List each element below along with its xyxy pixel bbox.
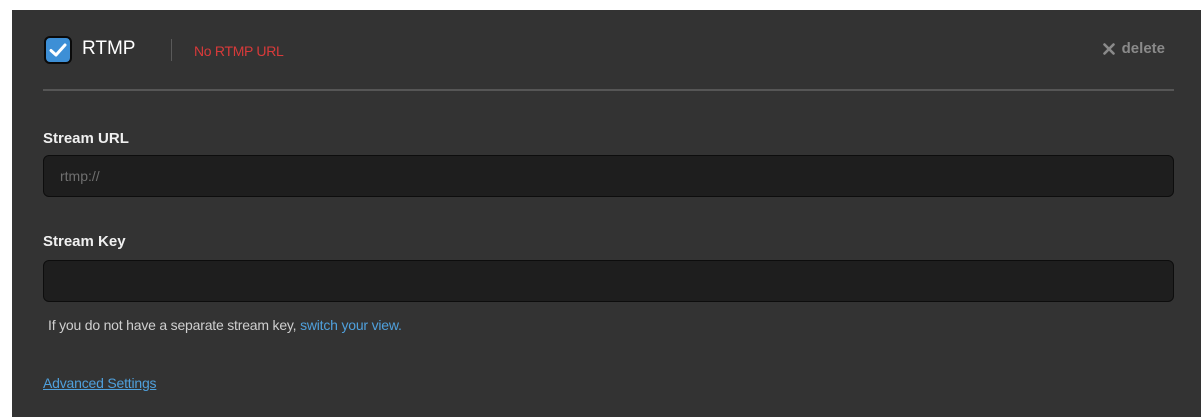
stream-key-label: Stream Key xyxy=(43,233,126,250)
status-error-text: No RTMP URL xyxy=(194,43,284,59)
stream-url-label: Stream URL xyxy=(43,130,129,147)
advanced-settings-link[interactable]: Advanced Settings xyxy=(43,374,157,392)
service-name: RTMP xyxy=(82,38,136,59)
enable-checkbox[interactable] xyxy=(44,36,72,64)
destination-header: RTMP No RTMP URL delete xyxy=(12,10,1201,90)
stream-url-input[interactable] xyxy=(43,155,1174,197)
rtmp-destination-panel: RTMP No RTMP URL delete Stream URL Strea… xyxy=(12,10,1201,417)
helper-text: If you do not have a separate stream key… xyxy=(48,317,297,333)
header-separator xyxy=(171,39,172,61)
header-divider xyxy=(43,89,1174,91)
stream-key-input[interactable] xyxy=(43,260,1174,302)
switch-view-link[interactable]: switch your view. xyxy=(300,317,402,333)
delete-label: delete xyxy=(1121,40,1165,57)
checkmark-icon xyxy=(49,43,67,57)
x-icon xyxy=(1102,43,1115,55)
stream-key-helper: If you do not have a separate stream key… xyxy=(48,316,402,334)
delete-button[interactable]: delete xyxy=(1102,40,1165,58)
